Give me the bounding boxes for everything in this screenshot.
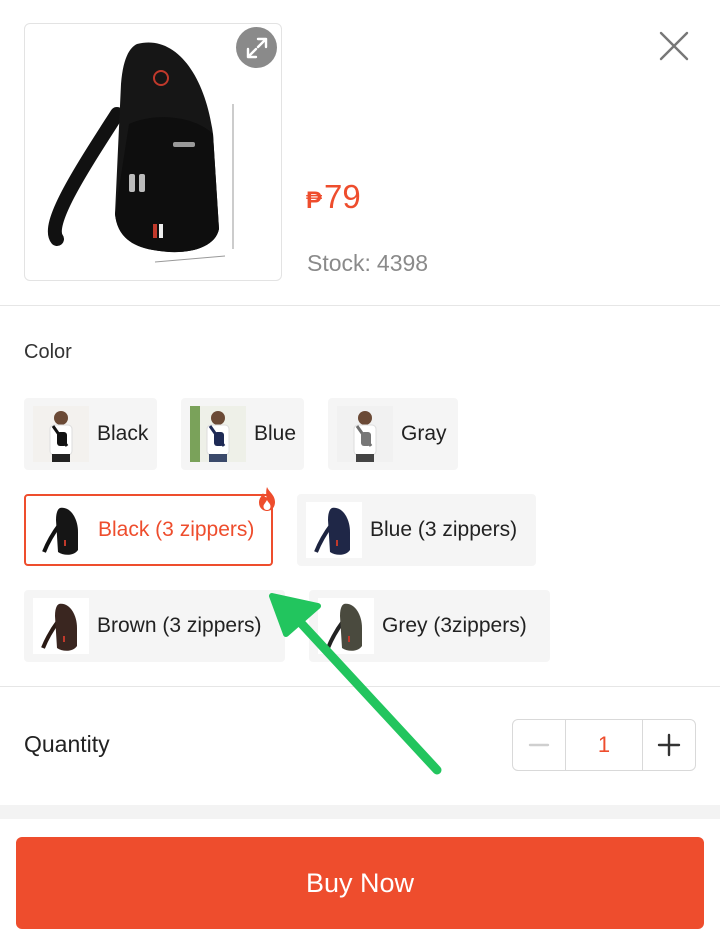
color-option-gray[interactable]: Gray bbox=[328, 398, 458, 470]
color-section-label: Color bbox=[24, 341, 72, 363]
color-option-blue-3-zippers[interactable]: Blue (3 zippers) bbox=[297, 494, 536, 566]
divider bbox=[0, 686, 720, 687]
quantity-label: Quantity bbox=[24, 731, 110, 757]
expand-image-button[interactable] bbox=[236, 27, 277, 68]
color-option-grey-3-zippers[interactable]: Grey (3zippers) bbox=[309, 590, 550, 662]
option-thumbnail bbox=[318, 598, 374, 654]
bag-thumbnail bbox=[326, 603, 362, 651]
buy-now-button[interactable]: Buy Now bbox=[16, 837, 704, 929]
model-thumbnail bbox=[337, 406, 393, 462]
footer-separator bbox=[0, 805, 720, 819]
option-label: Black bbox=[97, 422, 149, 445]
model-thumbnail bbox=[190, 406, 246, 462]
option-label: Brown (3 zippers) bbox=[97, 614, 262, 637]
close-button[interactable] bbox=[652, 24, 696, 68]
option-thumbnail bbox=[33, 406, 89, 462]
plus-icon bbox=[657, 733, 681, 757]
color-option-brown-3-zippers[interactable]: Brown (3 zippers) bbox=[24, 590, 285, 662]
variation-bottom-sheet: ₱ 79 Stock: 4398 Color Black Blue Gray B… bbox=[0, 0, 720, 945]
option-thumbnail bbox=[306, 502, 362, 558]
minus-icon bbox=[528, 743, 550, 747]
bag-thumbnail bbox=[42, 507, 78, 555]
color-option-blue[interactable]: Blue bbox=[181, 398, 304, 470]
price-value: 79 bbox=[324, 178, 361, 215]
decrease-quantity-button[interactable] bbox=[513, 720, 565, 770]
product-price: ₱ 79 bbox=[306, 178, 361, 216]
bag-thumbnail bbox=[314, 507, 350, 555]
stock-label: Stock: bbox=[307, 250, 371, 276]
option-thumbnail bbox=[190, 406, 246, 462]
option-thumbnail bbox=[34, 502, 90, 558]
option-label: Grey (3zippers) bbox=[382, 614, 527, 637]
stock-value: 4398 bbox=[376, 250, 429, 276]
color-option-black[interactable]: Black bbox=[24, 398, 157, 470]
quantity-stepper[interactable]: 1 bbox=[512, 719, 696, 771]
bag-thumbnail bbox=[41, 603, 77, 651]
expand-icon bbox=[246, 37, 267, 58]
quantity-input[interactable]: 1 bbox=[565, 720, 643, 770]
option-label: Black (3 zippers) bbox=[98, 518, 255, 541]
stock-info: Stock: 4398 bbox=[307, 250, 428, 277]
option-label: Gray bbox=[401, 422, 447, 445]
increase-quantity-button[interactable] bbox=[643, 720, 695, 770]
divider bbox=[0, 305, 720, 306]
model-thumbnail bbox=[33, 406, 89, 462]
option-thumbnail bbox=[337, 406, 393, 462]
option-thumbnail bbox=[33, 598, 89, 654]
flame-icon bbox=[259, 487, 275, 511]
color-option-black-3-zippers[interactable]: Black (3 zippers) bbox=[24, 487, 275, 566]
option-label: Blue bbox=[254, 422, 297, 445]
option-label: Blue (3 zippers) bbox=[370, 518, 518, 541]
close-icon bbox=[659, 31, 689, 61]
currency-symbol: ₱ bbox=[306, 187, 323, 214]
